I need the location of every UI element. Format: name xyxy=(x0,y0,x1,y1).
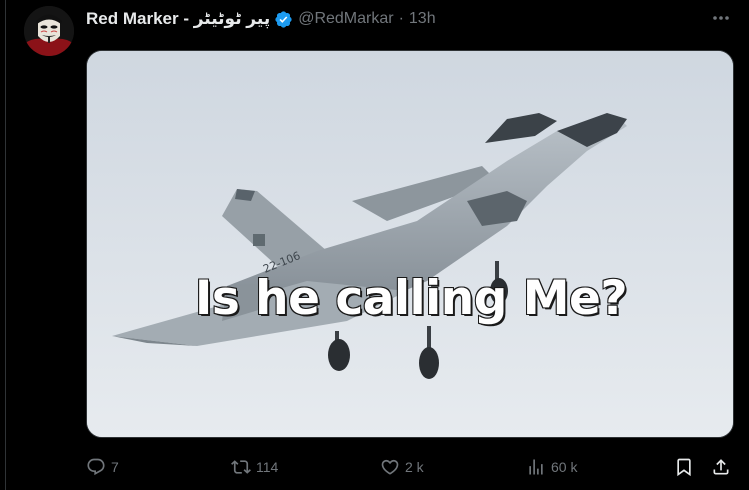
fighter-jet-image: 22-106 xyxy=(87,51,733,437)
repost-button[interactable]: 114 xyxy=(231,455,278,479)
share-button[interactable] xyxy=(711,455,731,479)
like-button[interactable]: 2 k xyxy=(380,455,424,479)
tweet-header: Red Marker - پیر ٹوٹیٹر @RedMarkar · 13h xyxy=(86,7,436,31)
repost-count: 114 xyxy=(256,459,279,475)
tweet[interactable]: Red Marker - پیر ٹوٹیٹر @RedMarkar · 13h xyxy=(0,0,749,490)
views-chart-icon xyxy=(526,457,546,477)
more-dots-icon[interactable] xyxy=(706,8,736,28)
reply-count: 7 xyxy=(111,459,119,475)
tweet-timestamp[interactable]: 13h xyxy=(409,10,436,28)
reply-button[interactable]: 7 xyxy=(86,455,119,479)
like-count: 2 k xyxy=(405,459,424,475)
media-caption: Is he calling Me? xyxy=(194,270,629,327)
share-icon xyxy=(711,457,731,477)
bookmark-button[interactable] xyxy=(674,455,694,479)
verified-badge-icon[interactable] xyxy=(274,10,293,29)
author-display-name[interactable]: Red Marker - پیر ٹوٹیٹر xyxy=(86,9,270,29)
tweet-actions: 7 114 2 k 60 k xyxy=(86,455,736,479)
repost-icon xyxy=(231,457,251,477)
heart-icon xyxy=(380,457,400,477)
timeline-divider xyxy=(5,0,6,490)
avatar-mask-image xyxy=(24,6,74,56)
author-handle[interactable]: @RedMarkar xyxy=(298,10,393,28)
bookmark-icon xyxy=(674,457,694,477)
tweet-media-image[interactable]: 22-106 Is he calling Me? xyxy=(86,50,734,438)
header-separator: · xyxy=(398,10,404,27)
avatar[interactable] xyxy=(24,6,74,56)
views-count: 60 k xyxy=(551,459,578,475)
reply-icon xyxy=(86,457,106,477)
views-button[interactable]: 60 k xyxy=(526,455,577,479)
